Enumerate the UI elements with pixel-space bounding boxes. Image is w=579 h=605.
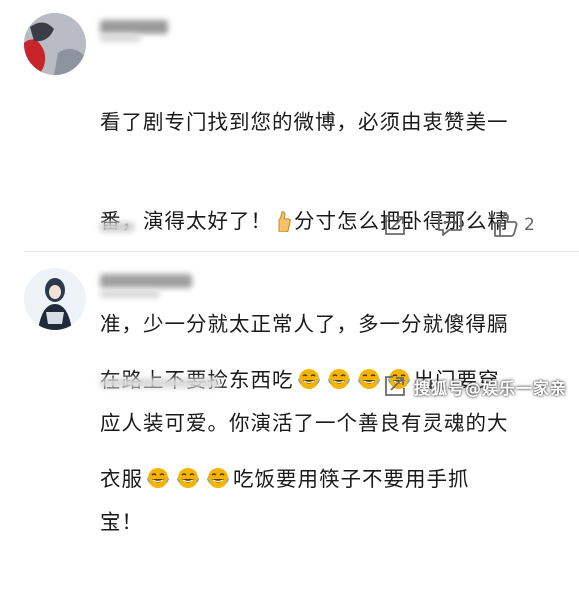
username-blurred[interactable] [100, 20, 168, 34]
like-button[interactable]: 2 [493, 212, 535, 238]
thumbs-up-emoji-icon [275, 209, 291, 242]
repost-icon [385, 376, 405, 396]
comment-actions: 2 [383, 212, 535, 238]
laughing-tears-emoji-icon [207, 468, 229, 488]
comment-actions [383, 374, 407, 398]
laughing-tears-emoji-icon [327, 369, 350, 389]
comment-line: 衣服 吃饭要用筷子不要用手抓 [100, 463, 555, 496]
comment-line: 看了剧专门找到您的微博，必须由衷赞美一 [100, 110, 509, 134]
laughing-tears-emoji-icon [297, 369, 320, 389]
comment-icon [438, 214, 462, 236]
timestamp-blurred [100, 222, 134, 232]
laughing-tears-emoji-icon [177, 468, 199, 488]
comment-text: 在路上不要捡东西吃出门要穿 衣服吃饭要用筷子不要用手抓 [100, 298, 555, 562]
laughing-tears-emoji-icon [147, 468, 169, 488]
username-blurred[interactable] [100, 274, 192, 288]
comment-item: 看了剧专门找到您的微博，必须由衷赞美一 番，演得太好了！ 分寸怎么把卧得那么精 准… [0, 0, 579, 534]
watermark: 搜狐号@娱乐一家亲 [413, 379, 567, 398]
meta-blurred [100, 290, 160, 298]
comment-button[interactable] [437, 213, 463, 237]
avatar[interactable] [24, 268, 86, 330]
avatar[interactable] [24, 13, 86, 75]
laughing-tears-emoji-icon [357, 369, 380, 389]
emoji-group [143, 467, 233, 491]
comment-line-part: 衣服 [100, 467, 143, 491]
thumbs-up-icon [494, 213, 518, 237]
comment-line-part: 吃饭要用筷子不要用手抓 [233, 467, 470, 491]
repost-button[interactable] [383, 374, 407, 398]
repost-icon [385, 215, 405, 235]
timestamp-blurred [100, 378, 220, 388]
like-count: 2 [524, 215, 535, 235]
repost-button[interactable] [383, 213, 407, 237]
